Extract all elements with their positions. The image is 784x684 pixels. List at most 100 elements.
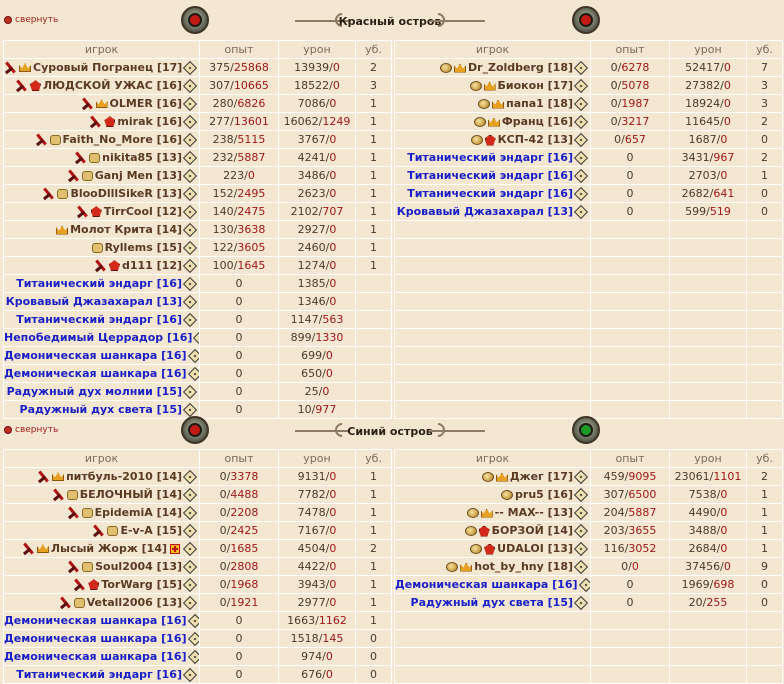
info-icon[interactable] [182, 523, 198, 538]
info-icon[interactable] [573, 168, 589, 184]
player-name-link[interactable]: Кровавый Джазахарал [13] [397, 205, 573, 218]
player-name-link[interactable]: E-v-A [15] [120, 524, 182, 537]
player-name-link[interactable]: TorWarg [15] [101, 578, 182, 591]
player-name-link[interactable]: Непобедимый Церрадор [16] [5, 331, 193, 344]
player-name-link[interactable]: Кровавый Джазахарал [13] [6, 295, 182, 308]
info-icon[interactable] [573, 60, 589, 76]
info-icon[interactable] [573, 114, 589, 130]
player-name-link[interactable]: БОРЗОЙ [14] [492, 524, 573, 537]
info-icon[interactable] [182, 258, 198, 273]
player-name-link[interactable]: BlooDlllSikeR [13] [70, 187, 182, 200]
player-name-link[interactable]: Демоническая шанкара [16] [5, 650, 187, 663]
info-icon[interactable] [182, 667, 198, 683]
info-icon[interactable] [573, 541, 589, 557]
damage-value: 650 [301, 367, 323, 380]
info-icon[interactable] [182, 559, 198, 574]
info-icon[interactable] [182, 384, 198, 400]
collapse-link[interactable]: свернуть [4, 425, 58, 435]
player-name-link[interactable]: папа1 [18] [506, 97, 573, 110]
collapse-link[interactable]: свернуть [4, 15, 58, 25]
player-name-link[interactable]: питбуль-2010 [14] [66, 470, 182, 483]
player-name-link[interactable]: Титанический эндарг [16] [16, 313, 182, 326]
player-name-link[interactable]: TirrCool [12] [104, 205, 182, 218]
player-name-link[interactable]: OLMER [16] [110, 97, 182, 110]
player-name-link[interactable]: Демоническая шанкара [16] [5, 614, 187, 627]
info-icon[interactable] [573, 204, 589, 220]
player-name-link[interactable]: pru5 [16] [515, 488, 573, 501]
info-icon[interactable] [182, 204, 198, 219]
info-icon[interactable] [193, 330, 199, 346]
player-name-link[interactable]: КСП-42 [13] [498, 133, 573, 146]
player-name-link[interactable]: Суровый Погранец [17] [33, 61, 182, 74]
player-name-link[interactable]: Франц [16] [502, 115, 573, 128]
info-icon[interactable] [182, 276, 198, 292]
player-name-link[interactable]: Титанический эндарг [16] [407, 187, 573, 200]
player-name-link[interactable]: mirak [16] [117, 115, 182, 128]
player-name-link[interactable]: Ganj Men [13] [95, 169, 182, 182]
info-icon[interactable] [182, 222, 198, 238]
info-icon[interactable] [182, 168, 198, 183]
player-name-link[interactable]: Титанический эндарг [16] [16, 668, 182, 681]
info-icon[interactable] [182, 312, 198, 328]
player-name-link[interactable]: nikita85 [13] [102, 151, 182, 164]
info-icon[interactable] [573, 186, 589, 202]
player-name-link[interactable]: Faith_No_More [16] [63, 133, 183, 146]
info-icon[interactable] [182, 577, 198, 592]
player-name-link[interactable]: Демоническая шанкара [16] [396, 578, 578, 591]
player-name-link[interactable]: Dr_Zoldberg [18] [468, 61, 573, 74]
player-name-link[interactable]: EpidemiA [14] [95, 506, 182, 519]
info-icon[interactable] [182, 487, 198, 502]
player-name-link[interactable]: Демоническая шанкара [16] [5, 349, 187, 362]
info-icon[interactable] [573, 132, 589, 148]
player-name-link[interactable]: Титанический эндарг [16] [407, 169, 573, 182]
info-icon[interactable] [182, 78, 198, 93]
info-icon[interactable] [573, 469, 589, 485]
info-icon[interactable] [573, 559, 589, 575]
player-name-link[interactable]: -- MAX-- [13] [495, 506, 573, 519]
player-name-link[interactable]: Радужный дух света [15] [411, 596, 573, 609]
info-icon[interactable] [182, 114, 198, 129]
info-icon[interactable] [182, 150, 198, 165]
info-icon[interactable] [187, 631, 199, 647]
info-icon[interactable] [182, 96, 198, 111]
info-icon[interactable] [573, 78, 589, 94]
exp-total: 4488 [230, 488, 259, 501]
info-icon[interactable] [573, 96, 589, 112]
info-icon[interactable] [182, 294, 198, 310]
info-icon[interactable] [183, 60, 198, 75]
player-name-link[interactable]: Демоническая шанкара [16] [5, 632, 187, 645]
info-icon[interactable] [578, 577, 590, 593]
info-icon[interactable] [182, 132, 198, 147]
info-icon[interactable] [573, 487, 589, 503]
info-icon[interactable] [573, 505, 589, 521]
player-name-link[interactable]: Радужный дух молнии [15] [7, 385, 182, 398]
info-icon[interactable] [182, 240, 198, 256]
info-icon[interactable] [573, 523, 589, 539]
info-icon[interactable] [182, 186, 198, 201]
info-icon[interactable] [182, 595, 198, 610]
player-name-link[interactable]: Титанический эндарг [16] [16, 277, 182, 290]
info-icon[interactable] [187, 649, 199, 665]
info-icon[interactable] [187, 348, 199, 364]
player-name-link[interactable]: d111 [12] [122, 259, 182, 272]
player-name-link[interactable]: Биокон [17] [498, 79, 573, 92]
info-icon[interactable] [187, 366, 199, 382]
player-name-link[interactable]: hot_by_hny [18] [474, 560, 573, 573]
player-name-link[interactable]: Vetall2006 [13] [87, 596, 182, 609]
info-icon[interactable] [573, 595, 589, 611]
player-name-link[interactable]: Молот Крита [14] [70, 223, 182, 236]
info-icon[interactable] [187, 613, 199, 629]
player-name-link[interactable]: Лысый Жорж [14] [51, 542, 167, 555]
player-name-link[interactable]: Джег [17] [510, 470, 573, 483]
player-name-link[interactable]: Титанический эндарг [16] [407, 151, 573, 164]
player-name-link[interactable]: Soul2004 [13] [95, 560, 182, 573]
player-name-link[interactable]: ЛЮДСКОЙ УЖАС [16] [43, 79, 182, 92]
player-name-link[interactable]: Ryllems [15] [105, 241, 182, 254]
info-icon[interactable] [182, 541, 198, 556]
player-name-link[interactable]: Демоническая шанкара [16] [5, 367, 187, 380]
info-icon[interactable] [573, 150, 589, 166]
info-icon[interactable] [182, 505, 198, 520]
player-name-link[interactable]: UDALOI [13] [497, 542, 573, 555]
player-name-link[interactable]: БЕЛОЧНЫЙ [14] [80, 488, 182, 501]
info-icon[interactable] [182, 469, 198, 484]
